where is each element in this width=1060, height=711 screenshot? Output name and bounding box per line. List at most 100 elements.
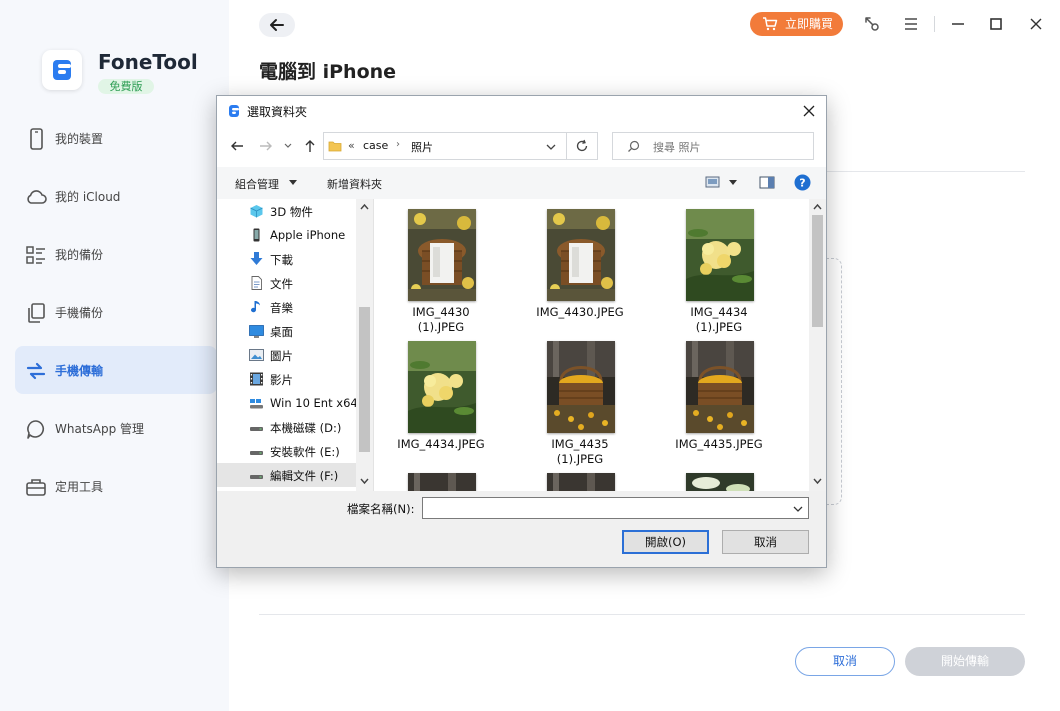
tree-item-drive-d[interactable]: 本機磁碟 (D:)	[217, 415, 356, 439]
sidebar-item-label: 手機備份	[55, 306, 104, 320]
chat-bubble-icon	[25, 418, 47, 440]
tree-scroll-thumb[interactable]	[359, 307, 370, 452]
backup-list-icon	[25, 244, 47, 266]
sidebar-item-my-device[interactable]: 我的裝置	[15, 114, 217, 162]
view-dropdown-icon[interactable]	[729, 180, 737, 186]
preview-pane-icon[interactable]	[759, 176, 775, 189]
file-item[interactable]: IMG_4434 (1).JPEG	[664, 201, 774, 334]
scroll-up-icon[interactable]	[360, 203, 369, 210]
forward-arrow-icon[interactable]	[258, 138, 274, 154]
file-item[interactable]	[525, 465, 635, 491]
cancel-button[interactable]: 取消	[795, 647, 895, 676]
search-input[interactable]: 搜尋 照片	[612, 132, 814, 160]
file-name: IMG_4435 (1).JPEG	[551, 437, 609, 466]
filename-input[interactable]	[422, 497, 809, 519]
file-item[interactable]: IMG_4430.JPEG	[525, 201, 635, 331]
back-arrow-icon[interactable]	[229, 138, 245, 154]
tree-item-system-drive[interactable]: Win 10 Ent x64	[217, 391, 358, 415]
sidebar-item-my-icloud[interactable]: 我的 iCloud	[15, 172, 217, 220]
drive-icon	[250, 427, 263, 431]
dialog-cancel-button[interactable]: 取消	[722, 530, 809, 554]
tree-item-downloads[interactable]: 下載	[217, 247, 356, 271]
music-note-icon	[251, 301, 260, 313]
address-dropdown-icon[interactable]	[546, 142, 556, 152]
organize-button[interactable]: 組合管理	[235, 176, 279, 192]
image-thumbnail	[408, 341, 476, 433]
tree-item-drive-e[interactable]: 安裝軟件 (E:)	[217, 439, 356, 463]
tree-item-music[interactable]: 音樂	[217, 295, 356, 319]
file-item[interactable]	[664, 465, 774, 491]
recent-locations-icon[interactable]	[283, 138, 293, 154]
tree-item-label: 文件	[270, 277, 293, 291]
tree-item-label: 音樂	[270, 301, 293, 315]
address-bar[interactable]: « case › 照片	[323, 132, 567, 160]
system-drive-icon	[250, 399, 263, 409]
search-placeholder: 搜尋 照片	[653, 141, 701, 154]
sidebar-item-phone-backup[interactable]: 手機備份	[15, 288, 217, 336]
filename-dropdown-icon[interactable]	[793, 505, 803, 513]
scroll-up-icon[interactable]	[813, 203, 822, 210]
edition-badge: 免費版	[98, 79, 154, 94]
tree-item-label: Win 10 Ent x64	[270, 396, 358, 410]
dialog-close-icon[interactable]	[799, 101, 819, 121]
tree-item-label: 下載	[270, 253, 293, 267]
breadcrumb-separator-icon: ›	[396, 139, 400, 150]
refresh-button[interactable]	[567, 132, 598, 160]
tree-item-apple-iphone[interactable]: Apple iPhone	[217, 223, 356, 247]
dialog-footer: 檔案名稱(N): 開啟(O) 取消	[217, 491, 826, 567]
up-arrow-icon[interactable]	[302, 138, 318, 154]
dialog-toolbar: 組合管理 新增資料夾 ?	[217, 167, 826, 199]
tree-item-3d-objects[interactable]: 3D 物件	[217, 199, 356, 223]
file-list: IMG_4430 (1).JPEG IMG_4430.JPEG IMG_4434…	[374, 199, 809, 491]
start-transfer-button[interactable]: 開始傳輸	[905, 647, 1025, 676]
select-folder-dialog: 選取資料夾 « case › 照片 搜尋 照片 組合管理 新增資料夾 ? 3D …	[216, 95, 827, 568]
file-item[interactable]: IMG_4435.JPEG	[664, 333, 774, 463]
image-thumbnail	[686, 473, 754, 491]
scroll-down-icon[interactable]	[813, 478, 822, 485]
titlebar-divider	[934, 16, 935, 32]
tree-item-drive-f[interactable]: 編輯文件 (F:)	[217, 463, 356, 487]
file-list-scrollbar[interactable]	[809, 199, 826, 491]
new-folder-button[interactable]: 新增資料夾	[327, 176, 382, 192]
organize-dropdown-icon	[289, 180, 297, 185]
back-button[interactable]	[259, 13, 295, 37]
tree-item-desktop[interactable]: 桌面	[217, 319, 356, 343]
file-item[interactable]: IMG_4435 (1).JPEG	[525, 333, 635, 466]
open-button[interactable]: 開啟(O)	[622, 530, 709, 554]
feedback-icon[interactable]	[862, 14, 882, 34]
buy-now-label: 立即購買	[785, 17, 834, 31]
sidebar-item-whatsapp[interactable]: WhatsApp 管理	[15, 404, 217, 452]
sidebar-item-tools[interactable]: 定用工具	[15, 462, 217, 510]
sidebar-item-my-backup[interactable]: 我的備份	[15, 230, 217, 278]
divider	[259, 614, 1025, 615]
close-icon[interactable]	[1026, 14, 1046, 34]
scroll-down-icon[interactable]	[360, 478, 369, 485]
file-name: IMG_4434.JPEG	[397, 437, 485, 451]
image-thumbnail	[547, 209, 615, 301]
file-item[interactable]	[386, 465, 496, 491]
minimize-icon[interactable]	[948, 14, 968, 34]
view-options-icon[interactable]	[705, 176, 721, 189]
maximize-icon[interactable]	[986, 14, 1006, 34]
sidebar-item-label: WhatsApp 管理	[55, 422, 145, 436]
sidebar-item-phone-transfer[interactable]: 手機傳輸	[15, 346, 217, 394]
tree-scrollbar[interactable]	[356, 199, 373, 491]
tree-item-label: 桌面	[270, 325, 293, 339]
desktop-icon	[249, 325, 264, 338]
help-icon[interactable]: ?	[794, 174, 811, 191]
file-item[interactable]: IMG_4434.JPEG	[386, 333, 496, 463]
tree-item-videos[interactable]: 影片	[217, 367, 356, 391]
file-list-scroll-thumb[interactable]	[812, 215, 823, 327]
file-item[interactable]: IMG_4430 (1).JPEG	[386, 201, 496, 334]
buy-now-button[interactable]: 立即購買	[750, 12, 843, 36]
breadcrumb-photos[interactable]: 照片	[411, 139, 433, 155]
svg-text:?: ?	[799, 177, 805, 190]
menu-icon[interactable]	[901, 14, 921, 34]
breadcrumb-overflow[interactable]: «	[348, 139, 355, 152]
fonetool-small-icon	[229, 105, 239, 117]
tree-item-documents[interactable]: 文件	[217, 271, 356, 295]
tree-item-pictures[interactable]: 圖片	[217, 343, 356, 367]
app-name: FoneTool	[98, 50, 198, 74]
breadcrumb-case[interactable]: case	[363, 139, 388, 152]
sidebar-item-label: 手機傳輸	[55, 364, 104, 378]
